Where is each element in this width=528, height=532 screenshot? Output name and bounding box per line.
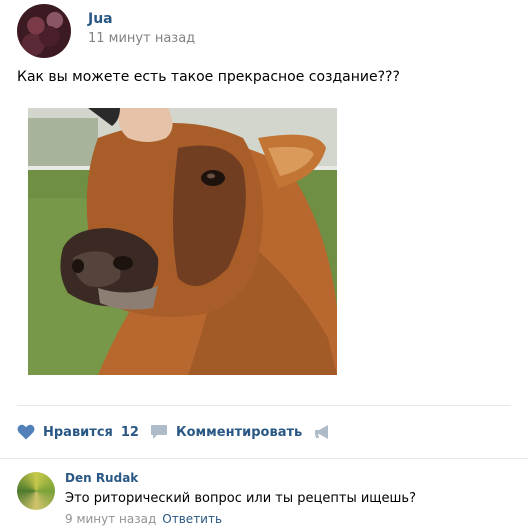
comment-label: Комментировать <box>176 424 303 440</box>
megaphone-icon <box>315 425 328 439</box>
author-name[interactable]: Jua <box>88 11 113 27</box>
share-button[interactable] <box>314 420 332 444</box>
comment-text: Это риторический вопрос или ты рецепты и… <box>65 491 416 506</box>
post-actions: Нравится 12 Комментировать <box>17 420 517 444</box>
comment-icon <box>151 425 167 439</box>
post-text: Как вы можете есть такое прекрасное созд… <box>17 69 400 85</box>
comment-time[interactable]: 9 минут назад <box>65 512 156 526</box>
like-label: Нравится <box>43 424 113 440</box>
like-button[interactable]: Нравится 12 <box>17 420 139 444</box>
avatar[interactable] <box>17 4 71 58</box>
post-header: Jua 11 минут назад <box>17 4 517 60</box>
comment-button[interactable]: Комментировать <box>150 420 302 444</box>
comment-author[interactable]: Den Rudak <box>65 471 138 485</box>
like-count: 12 <box>120 424 139 440</box>
divider <box>0 458 528 459</box>
post-photo[interactable] <box>28 108 337 375</box>
cow-photo <box>28 108 337 375</box>
post-time[interactable]: 11 минут назад <box>88 31 195 46</box>
divider <box>17 405 511 406</box>
comment-avatar[interactable] <box>17 472 55 510</box>
comment-meta: 9 минут назад Ответить <box>65 512 222 526</box>
heart-icon <box>17 424 35 440</box>
reply-button[interactable]: Ответить <box>162 512 222 526</box>
